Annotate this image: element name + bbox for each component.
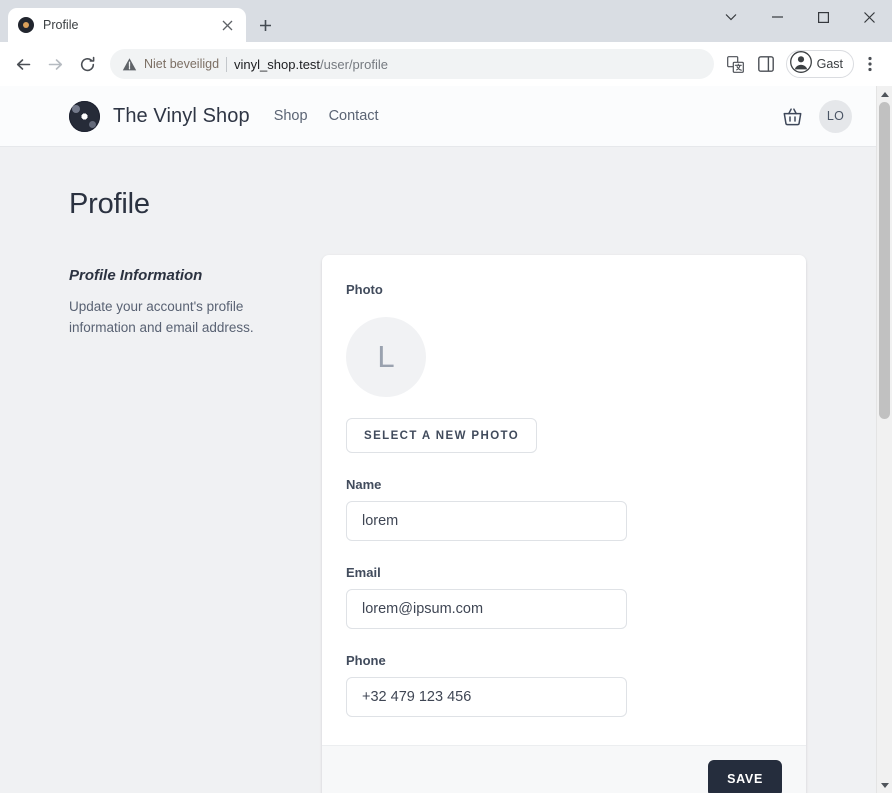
web-page: The Vinyl Shop Shop Contact LO Profile P… [0,86,876,793]
profile-info-aside: Profile Information Update your account'… [69,255,274,793]
phone-input[interactable] [346,677,627,717]
save-button[interactable]: SAVE [708,760,782,793]
page-viewport: The Vinyl Shop Shop Contact LO Profile P… [0,86,892,793]
vinyl-record-icon [18,17,34,33]
browser-tab-profile[interactable]: Profile [8,8,246,42]
name-label: Name [346,477,382,492]
security-status-text: Niet beveiligd [144,57,220,71]
email-field-group: Email [346,565,782,629]
close-icon[interactable] [218,16,236,34]
tab-strip: Profile [0,0,892,42]
address-bar[interactable]: Niet beveiligd vinyl_shop.test/user/prof… [110,49,714,79]
profile-photo-placeholder: L [346,317,426,397]
profile-layout: Profile Information Update your account'… [69,255,807,793]
select-new-photo-button[interactable]: SELECT A NEW PHOTO [346,418,538,453]
photo-section: Photo L SELECT A NEW PHOTO [346,281,782,453]
url-domain: vinyl_shop.test [234,56,321,72]
forward-button[interactable] [40,49,70,79]
header-actions: LO [782,99,852,133]
avatar-icon [789,50,812,78]
profile-form-body: Photo L SELECT A NEW PHOTO Name Email [322,255,806,745]
site-nav: Shop Contact [274,108,379,124]
brand-name: The Vinyl Shop [113,104,250,127]
nav-link-contact[interactable]: Contact [329,108,379,124]
profile-form-footer: SAVE [322,745,806,793]
scrollbar-track[interactable] [877,102,892,777]
tab-search-icon[interactable] [708,0,754,34]
reload-button[interactable] [72,49,102,79]
basket-icon[interactable] [782,106,803,127]
profile-form-card: Photo L SELECT A NEW PHOTO Name Email [322,255,806,793]
side-panel-icon[interactable] [752,50,780,78]
vertical-scrollbar[interactable] [876,86,892,793]
not-secure-warning-icon [122,57,137,72]
page-content: Profile Profile Information Update your … [0,147,876,793]
scrollbar-thumb[interactable] [879,102,890,420]
aside-title: Profile Information [69,267,203,284]
close-window-button[interactable] [846,0,892,34]
phone-label: Phone [346,653,386,668]
scroll-up-arrow-icon[interactable] [877,86,892,102]
email-input[interactable] [346,589,627,629]
nav-link-shop[interactable]: Shop [274,108,308,124]
aside-description: Update your account's profile informatio… [69,299,254,335]
back-button[interactable] [8,49,38,79]
minimize-button[interactable] [754,0,800,34]
user-avatar[interactable]: LO [819,99,852,133]
browser-toolbar: Niet beveiligd vinyl_shop.test/user/prof… [0,42,892,86]
profile-name: Gast [816,57,843,71]
browser-menu-icon[interactable] [856,50,884,78]
name-input[interactable] [346,501,627,541]
window-controls [708,0,892,34]
photo-label: Photo [346,282,383,297]
maximize-button[interactable] [800,0,846,34]
url-path: /user/profile [320,56,388,72]
omnibox-divider [226,56,228,72]
url-text: vinyl_shop.test/user/profile [234,57,706,72]
scroll-down-arrow-icon[interactable] [877,777,892,793]
page-title: Profile [69,188,150,220]
browser-window: Profile Niet beveiligd vinyl_shop.test/u… [0,0,892,793]
vinyl-record-logo-icon [69,100,100,132]
profile-chip[interactable]: Gast [785,50,854,78]
email-label: Email [346,565,381,580]
new-tab-button[interactable] [250,10,280,40]
brand-link[interactable]: The Vinyl Shop [69,100,250,132]
name-field-group: Name [346,477,782,541]
tab-title: Profile [43,18,79,32]
phone-field-group: Phone [346,653,782,717]
site-header: The Vinyl Shop Shop Contact LO [0,86,876,147]
translate-icon[interactable] [722,50,750,78]
